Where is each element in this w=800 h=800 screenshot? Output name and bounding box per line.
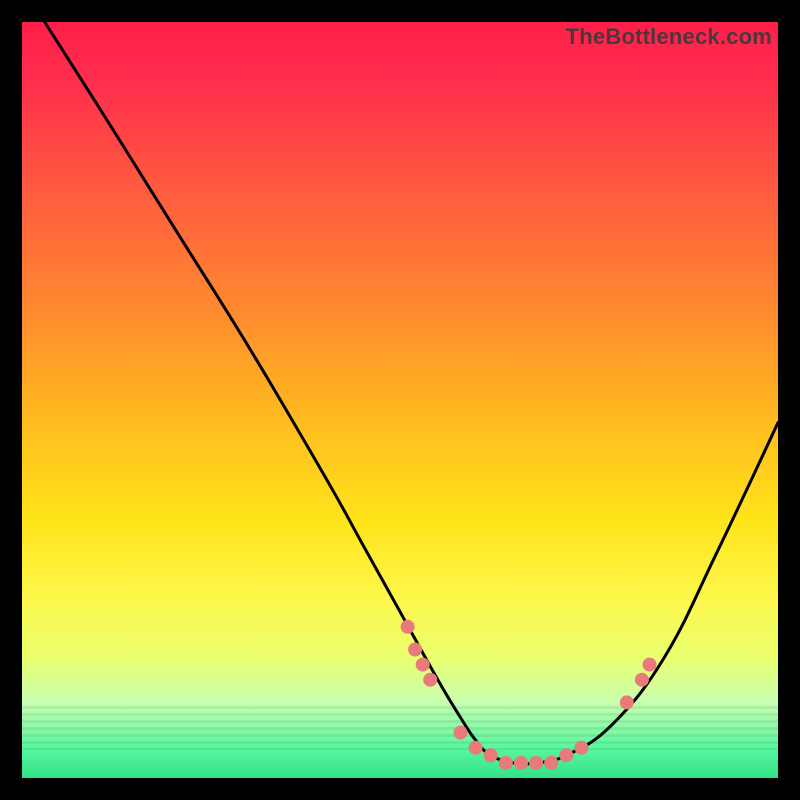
data-marker [514,756,528,770]
data-marker [643,658,657,672]
watermark-text: TheBottleneck.com [566,24,772,50]
data-marker [454,726,468,740]
data-marker [408,643,422,657]
data-markers [401,620,657,770]
data-marker [559,748,573,762]
data-marker [499,756,513,770]
data-marker [423,673,437,687]
data-marker [416,658,430,672]
data-marker [620,695,634,709]
plot-area: TheBottleneck.com [22,22,778,778]
data-marker [401,620,415,634]
data-marker [469,741,483,755]
data-marker [574,741,588,755]
data-marker [484,748,498,762]
chart-stage: TheBottleneck.com [0,0,800,800]
data-marker [544,756,558,770]
curve-layer [22,22,778,778]
data-marker [635,673,649,687]
data-marker [529,756,543,770]
